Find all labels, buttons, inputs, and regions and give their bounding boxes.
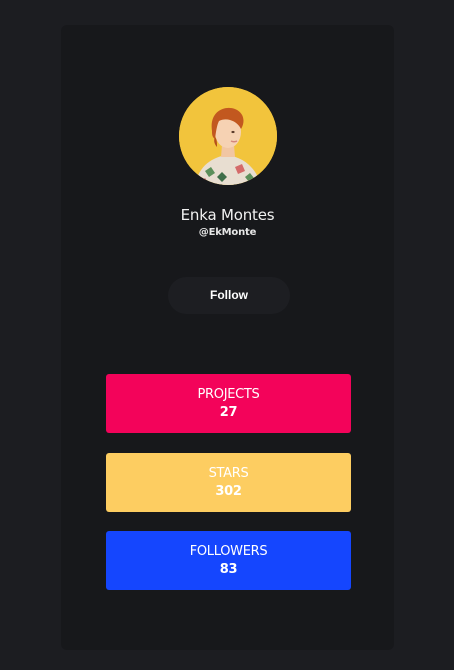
avatar (179, 87, 277, 185)
followers-stat[interactable]: FOLLOWERS 83 (106, 531, 351, 590)
stars-label: STARS (208, 466, 249, 481)
follow-button[interactable]: Follow (168, 277, 290, 314)
followers-label: FOLLOWERS (189, 544, 268, 559)
projects-count: 27 (219, 405, 238, 420)
projects-stat[interactable]: PROJECTS 27 (106, 374, 351, 433)
stars-count: 302 (215, 484, 242, 499)
followers-count: 83 (219, 562, 238, 577)
profile-card: Enka Montes @EkMonte Follow PROJECTS 27 … (61, 25, 394, 650)
stars-stat[interactable]: STARS 302 (106, 453, 351, 512)
profile-name: Enka Montes (180, 206, 275, 224)
projects-label: PROJECTS (197, 387, 260, 402)
profile-handle: @EkMonte (198, 227, 257, 238)
